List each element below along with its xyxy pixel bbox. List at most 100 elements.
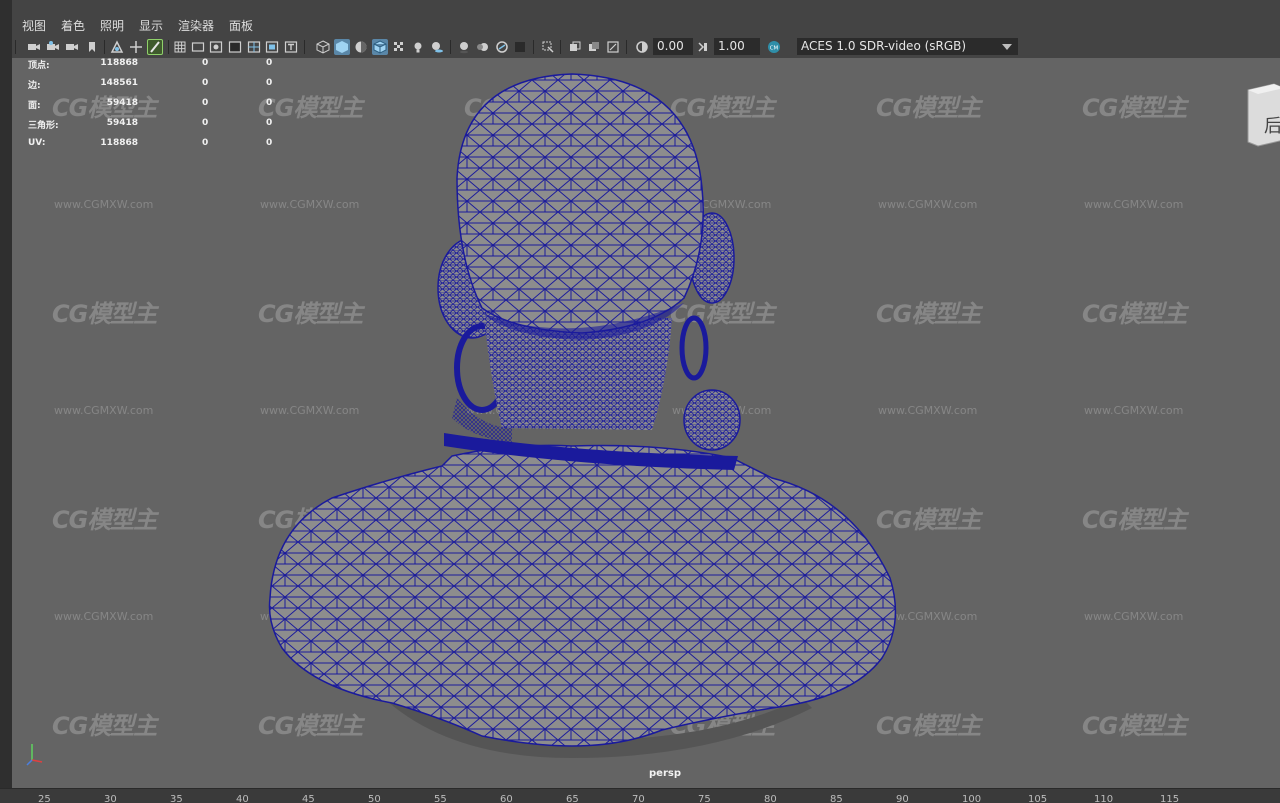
grid-icon[interactable] [172,39,188,55]
move-pivot-icon[interactable] [128,39,144,55]
screen-space-ao-icon[interactable] [456,39,472,55]
time-tick-label: 60 [500,794,513,803]
hud-label: 顶点: [28,61,50,71]
hud-label: 边: [28,81,41,91]
hud-selected: 0 [202,138,209,148]
view-cube[interactable]: 后 [1244,82,1280,148]
image-plane-icon[interactable] [109,39,125,55]
toolbar-separator [626,40,627,54]
svg-text:CM: CM [770,46,779,52]
camera-label: persp [649,768,681,779]
multisample-aa-icon[interactable] [494,39,510,55]
field-chart-icon[interactable] [246,39,262,55]
hud-other: 0 [266,118,273,128]
time-tick-label: 115 [1160,794,1180,803]
hud-total: 148561 [100,78,138,88]
depth-of-field-icon[interactable] [512,39,528,55]
hud-total: 118868 [100,138,138,148]
film-gate-icon[interactable] [190,39,206,55]
time-tick-label: 65 [566,794,579,803]
hud-other: 0 [266,78,273,88]
panel-toolbar: CM ACES 1.0 SDR-video (sRGB) [12,36,1280,58]
time-tick-label: 80 [764,794,777,803]
axis-gizmo [22,738,52,766]
gamma-field[interactable] [714,38,760,55]
camera-lock-icon[interactable] [64,39,80,55]
resolution-gate-icon[interactable] [208,39,224,55]
safe-title-icon[interactable] [283,39,299,55]
camera-attributes-icon[interactable] [45,39,61,55]
menu-renderer[interactable]: 渲染器 [178,17,214,34]
time-tick-label: 105 [1028,794,1048,803]
motion-blur-icon[interactable] [475,39,491,55]
bookmark-icon[interactable] [84,39,100,55]
smooth-shade-icon[interactable] [334,39,350,55]
select-camera-icon[interactable] [26,39,42,55]
menu-panels[interactable]: 面板 [229,17,253,34]
time-tick-label: 30 [104,794,117,803]
hud-selected: 0 [202,118,209,128]
gate-mask-icon[interactable] [227,39,243,55]
use-all-lights-icon[interactable] [410,39,426,55]
paint-tool-icon[interactable] [147,39,163,55]
wireframe-on-shaded-icon[interactable] [372,39,388,55]
safe-action-icon[interactable] [264,39,280,55]
toolbar-separator [560,40,561,54]
isolate-select-icon[interactable] [540,39,556,55]
default-material-icon[interactable] [353,39,369,55]
menu-bar: 视图 着色 照明 显示 渲染器 面板 [0,0,1280,803]
toolbar-separator [304,40,305,54]
wireframe-icon[interactable] [315,39,331,55]
color-space-value: ACES 1.0 SDR-video (sRGB) [801,39,967,53]
time-tick-label: 70 [632,794,645,803]
time-tick-label: 85 [830,794,843,803]
exposure-icon[interactable] [634,39,650,55]
hud-label: 面: [28,101,41,111]
xray-icon[interactable] [567,39,583,55]
hud-row: UV: 118868 0 0 [28,138,308,150]
time-tick-label: 35 [170,794,183,803]
hud-total: 118868 [100,58,138,68]
time-tick-label: 50 [368,794,381,803]
hud-label: 三角形: [28,121,59,131]
time-tick-label: 55 [434,794,447,803]
gamma-icon[interactable] [695,39,711,55]
toolbar-separator [104,40,105,54]
chevron-down-icon [1000,38,1014,55]
hud-row: 边: 148561 0 0 [28,78,308,91]
color-management-icon[interactable]: CM [766,39,782,55]
textured-icon[interactable] [391,39,407,55]
xray-active-components-icon[interactable] [586,39,602,55]
menu-shading[interactable]: 着色 [61,17,85,34]
hud-label: UV: [28,138,46,148]
view-cube-back-label: 后 [1264,116,1280,137]
left-rail [0,0,12,803]
hud-row: 顶点: 118868 0 0 [28,58,308,71]
viewport-persp[interactable]: CG模型主 www.CGMXW.com CG模型主 www.CGMXW.com CG模型… [12,58,1280,788]
time-tick-label: 40 [236,794,249,803]
menu-show[interactable]: 显示 [139,17,163,34]
time-slider[interactable]: 25 30 35 40 45 50 55 60 65 70 75 80 85 90 100 105 110 115 [0,788,1280,803]
exposure-field[interactable] [653,38,693,55]
xray-joints-icon[interactable] [605,39,621,55]
hud-other: 0 [266,138,273,148]
time-tick-label: 45 [302,794,315,803]
hud-other: 0 [266,98,273,108]
hud-total: 59418 [106,118,138,128]
hud-total: 59418 [106,98,138,108]
hud-other: 0 [266,58,273,68]
menu-view[interactable]: 视图 [22,17,46,34]
toolbar-separator [15,40,16,54]
3d-model-bust[interactable] [12,58,1280,788]
toolbar-separator [450,40,451,54]
toolbar-separator [533,40,534,54]
shadows-icon[interactable] [429,39,445,55]
hud-selected: 0 [202,58,209,68]
menu-lighting[interactable]: 照明 [100,17,124,34]
time-tick-label: 25 [38,794,51,803]
color-space-dropdown[interactable]: ACES 1.0 SDR-video (sRGB) [797,38,1018,55]
hud-selected: 0 [202,98,209,108]
hud-selected: 0 [202,78,209,88]
hud-row: 三角形: 59418 0 0 [28,118,308,131]
time-tick-label: 100 [962,794,982,803]
